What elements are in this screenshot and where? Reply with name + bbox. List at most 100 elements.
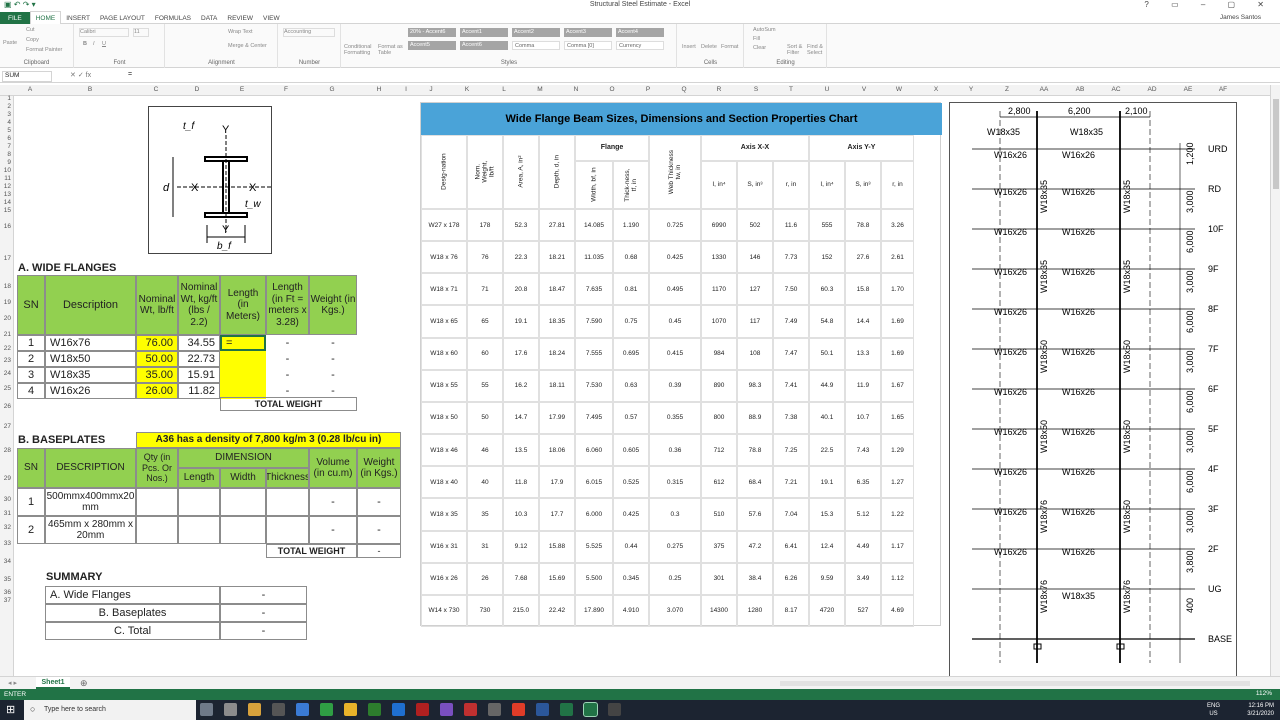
wf-length[interactable] <box>220 367 266 383</box>
wf-lb[interactable]: 76.00 <box>136 335 178 351</box>
tab-home[interactable]: HOME <box>29 11 62 25</box>
autosum-button[interactable]: AutoSum <box>753 27 776 33</box>
column-header[interactable]: T <box>789 86 793 93</box>
format-as-table-button[interactable]: Format as Table <box>378 44 406 56</box>
row-header[interactable]: 28 <box>4 447 11 454</box>
row-header[interactable]: 31 <box>4 510 11 517</box>
bp-sn[interactable]: 2 <box>17 516 45 544</box>
wf-sn[interactable]: 2 <box>17 351 45 367</box>
bp-thickness[interactable] <box>266 488 309 516</box>
font-size-box[interactable]: 11 <box>133 28 149 37</box>
row-header[interactable]: 27 <box>4 423 11 430</box>
user-name[interactable]: James Santos <box>1215 11 1266 24</box>
summary-total-value[interactable]: - <box>220 622 307 640</box>
row-header[interactable]: 21 <box>4 331 11 338</box>
add-sheet-icon[interactable]: ⊕ <box>80 678 88 689</box>
style-accent4[interactable]: Accent4 <box>616 28 664 37</box>
style-accent2[interactable]: Accent2 <box>512 28 560 37</box>
summary-baseplates-value[interactable]: - <box>220 604 307 622</box>
app-icon-crimson[interactable] <box>464 703 477 716</box>
row-header[interactable]: 29 <box>4 475 11 482</box>
bp-sn[interactable]: 1 <box>17 488 45 516</box>
cancel-icon[interactable]: ✕ <box>70 72 76 79</box>
sheet-tab-sheet1[interactable]: Sheet1 <box>36 677 70 689</box>
column-header[interactable]: K <box>465 86 469 93</box>
wf-lb[interactable]: 26.00 <box>136 383 178 399</box>
row-header[interactable]: 18 <box>4 283 11 290</box>
wf-wt[interactable]: - <box>309 351 357 367</box>
bp-length[interactable] <box>178 488 220 516</box>
row-header[interactable]: 23 <box>4 357 11 364</box>
wf-kg[interactable]: 34.55 <box>178 335 220 351</box>
bp-weight[interactable]: - <box>357 488 401 516</box>
row-header[interactable]: 13 <box>4 191 11 198</box>
wrap-text-button[interactable]: Wrap Text <box>228 29 253 35</box>
word-icon[interactable] <box>536 703 549 716</box>
format-cells-button[interactable]: Format <box>721 44 738 50</box>
clear-button[interactable]: Clear <box>753 45 766 51</box>
column-header[interactable]: E <box>240 86 244 93</box>
wf-desc[interactable]: W18x35 <box>45 367 136 383</box>
row-header[interactable]: 2 <box>7 103 11 110</box>
row-header[interactable]: 25 <box>4 385 11 392</box>
column-header[interactable]: D <box>195 86 200 93</box>
window-controls[interactable]: ? ▭ – ▢ ✕ <box>1144 0 1274 9</box>
taskbar-search-box[interactable]: ○ Type here to search <box>24 700 196 720</box>
sort-filter-button[interactable]: Sort & Filter <box>787 44 805 56</box>
column-header[interactable]: AF <box>1219 86 1227 93</box>
bp-length[interactable] <box>178 516 220 544</box>
style-accent1[interactable]: Accent1 <box>460 28 508 37</box>
row-header[interactable]: 26 <box>4 403 11 410</box>
column-header[interactable]: AD <box>1147 86 1156 93</box>
column-header[interactable]: G <box>329 86 334 93</box>
row-header[interactable]: 36 <box>4 589 11 596</box>
copy-button[interactable]: Copy <box>26 37 39 43</box>
bp-width[interactable] <box>220 488 266 516</box>
fx-label[interactable]: ✕ ✓ fx <box>70 71 91 79</box>
row-header[interactable]: 34 <box>4 558 11 565</box>
wf-length-active[interactable]: = <box>220 335 266 351</box>
column-header[interactable]: AA <box>1040 86 1049 93</box>
wf-kg[interactable]: 15.91 <box>178 367 220 383</box>
find-select-button[interactable]: Find & Select <box>807 44 825 56</box>
acrobat-icon[interactable] <box>512 703 525 716</box>
format-painter-button[interactable]: Format Painter <box>26 47 62 53</box>
bp-width[interactable] <box>220 516 266 544</box>
vertical-scrollbar[interactable] <box>1270 85 1280 676</box>
style-20-accent6[interactable]: 20% - Accent6 <box>408 28 456 37</box>
windows-start-icon[interactable]: ⊞ <box>6 704 18 716</box>
merge-center-button[interactable]: Merge & Center <box>228 43 267 49</box>
column-header[interactable]: AE <box>1184 86 1193 93</box>
wf-ft[interactable]: - <box>266 351 309 367</box>
chrome-icon[interactable] <box>344 703 357 716</box>
row-header[interactable]: 19 <box>4 299 11 306</box>
row-header[interactable]: 12 <box>4 183 11 190</box>
row-header[interactable]: 3 <box>7 111 11 118</box>
row-header[interactable]: 16 <box>4 223 11 230</box>
wf-desc[interactable]: W18x50 <box>45 351 136 367</box>
column-header[interactable]: R <box>717 86 722 93</box>
row-header[interactable]: 8 <box>7 151 11 158</box>
wf-sn[interactable]: 1 <box>17 335 45 351</box>
column-header[interactable]: W <box>896 86 902 93</box>
formula-input[interactable]: = <box>128 71 132 78</box>
column-header[interactable]: N <box>574 86 579 93</box>
column-header[interactable]: V <box>862 86 866 93</box>
column-header[interactable]: J <box>429 86 432 93</box>
wf-length[interactable] <box>220 351 266 367</box>
wf-ft[interactable]: - <box>266 367 309 383</box>
row-header[interactable]: 9 <box>7 159 11 166</box>
column-header[interactable]: C <box>154 86 159 93</box>
row-header[interactable]: 15 <box>4 207 11 214</box>
bp-desc[interactable]: 465mm x 280mm x 20mm <box>45 516 136 544</box>
cut-button[interactable]: Cut <box>26 27 35 33</box>
app-icon-gray[interactable] <box>488 703 501 716</box>
bp-thickness[interactable] <box>266 516 309 544</box>
app-icon-darkgreen[interactable] <box>368 703 381 716</box>
app-icon-purple[interactable] <box>440 703 453 716</box>
wf-kg[interactable]: 22.73 <box>178 351 220 367</box>
bp-volume[interactable]: - <box>309 516 357 544</box>
enter-icon[interactable]: ✓ <box>78 72 84 79</box>
row-header[interactable]: 5 <box>7 127 11 134</box>
wf-wt[interactable]: - <box>309 335 357 351</box>
